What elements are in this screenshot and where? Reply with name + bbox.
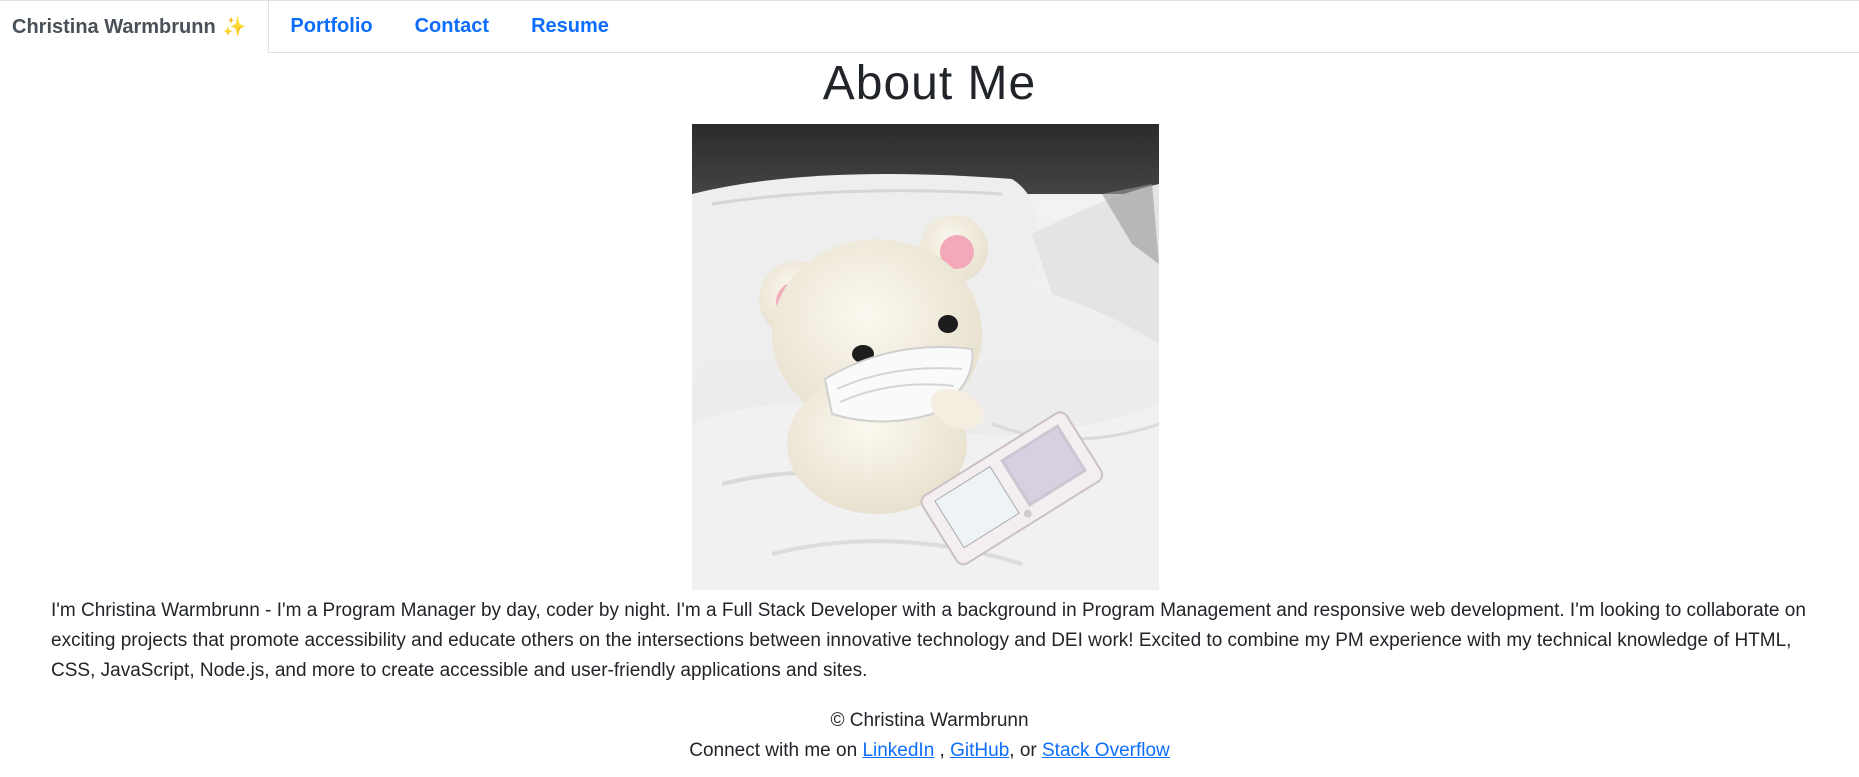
page-title: About Me [822, 57, 1037, 110]
footer: © Christina Warmbrunn Connect with me on… [0, 706, 1859, 766]
teddy-bear-photo [692, 124, 1159, 590]
nav-link-resume[interactable]: Resume [531, 15, 609, 38]
brand-tab[interactable]: Christina Warmbrunn ✨ [0, 0, 270, 53]
github-link[interactable]: GitHub [950, 740, 1009, 761]
profile-photo [692, 124, 1159, 590]
linkedin-link[interactable]: LinkedIn [862, 740, 934, 761]
sparkles-icon: ✨ [222, 17, 247, 38]
bio-text: I'm Christina Warmbrunn - I'm a Program … [51, 600, 1806, 681]
separator: , or [1009, 740, 1042, 761]
nav-link-portfolio[interactable]: Portfolio [290, 15, 372, 38]
copyright-text: © Christina Warmbrunn [830, 710, 1029, 731]
stackoverflow-link[interactable]: Stack Overflow [1042, 740, 1170, 761]
brand-name: Christina Warmbrunn [12, 15, 216, 38]
connect-line: Connect with me on LinkedIn , GitHub, or… [0, 736, 1859, 766]
connect-prefix: Connect with me on [689, 740, 863, 761]
navbar: Christina Warmbrunn ✨ Portfolio Contact … [0, 0, 1859, 53]
separator: , [934, 740, 951, 761]
nav-link-contact[interactable]: Contact [415, 15, 489, 38]
nav-links: Portfolio Contact Resume [269, 1, 650, 52]
